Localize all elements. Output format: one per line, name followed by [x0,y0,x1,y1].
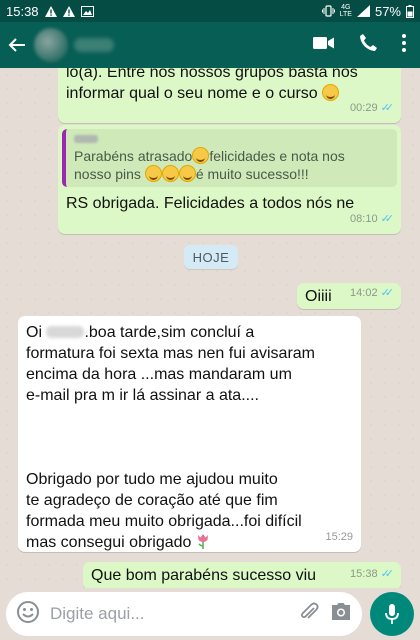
message-time: 00:29 [350,102,378,114]
message-text-line: Oi [26,324,42,341]
message-meta: 15:29 [325,527,353,548]
voice-record-button[interactable] [370,592,414,636]
message-text-line: te agradeço de coração até que fim [26,492,278,509]
quoted-text: nosso pins é muito sucesso!!! [74,165,389,183]
status-time: 15:38 [6,3,39,19]
message-text: informar qual o seu nome e o curso [66,83,393,104]
voice-call-button[interactable] [359,33,378,57]
image-icon [80,5,94,17]
quoted-message[interactable]: Parabéns atrasado felicidades e nota nos … [62,129,397,187]
message-bubble-incoming[interactable]: Oi .boa tarde,sim concluí a formatura fo… [18,316,361,552]
message-bubble-outgoing[interactable]: Oiiii 14:02 ✓✓ [297,283,401,309]
camera-icon [332,602,350,620]
message-time: 15:38 [350,568,378,580]
read-receipt-icon: ✓✓ [380,213,395,225]
message-text-line: informar qual o seu nome e o curso [66,85,318,102]
message-text: Oiiii [305,288,332,305]
redacted-name [46,326,85,338]
message-text: Oi .boa tarde,sim concluí a [26,322,353,343]
message-text-line: e-mail pra m ir lá assinar a ata.... [26,387,259,404]
message-meta: 08:10 ✓✓ [350,209,395,230]
network-type: 4G LTE [340,4,352,18]
message-text-line: Obrigado por tudo me ajudou muito [26,471,278,488]
emoji-icon [17,600,39,623]
message-input[interactable]: Digite aqui... [50,604,288,624]
message-time: 14:02 [350,287,378,299]
message-time: 15:29 [325,531,353,543]
paperclip-icon [300,601,319,619]
attach-button[interactable] [298,601,320,628]
warning-icon [44,5,57,17]
chat-header [0,22,420,68]
arrow-back-icon [8,38,25,52]
quoted-text-part: é muito sucesso!!! [195,166,309,182]
quoted-text-part: felicidades e nota nos [209,148,345,164]
date-divider: HOJE [184,245,238,269]
message-meta: 00:29 ✓✓ [350,98,395,119]
message-input-container[interactable]: Digite aqui... [6,592,362,636]
contact-name[interactable] [74,38,114,52]
message-text: lo(a). Entre nos nossos grupos basta nos [66,68,358,81]
more-options-button[interactable] [402,33,406,57]
warning-icon [62,5,75,17]
smiling-face-emoji-icon [178,165,196,182]
tulip-emoji-icon [197,534,208,549]
camera-button[interactable] [330,602,352,627]
read-receipt-icon: ✓✓ [380,568,395,580]
message-bubble-outgoing[interactable]: Que bom parabéns sucesso viu 15:38 ✓✓ [83,562,401,588]
message-text: Que bom parabéns sucesso viu [91,567,317,584]
message-text: RS obrigada. Felicidades a todos nós ne [66,195,355,212]
vibrate-icon [321,5,335,17]
quoted-author [74,135,98,143]
message-bubble-outgoing[interactable]: lo(a). Entre nos nossos grupos basta nos… [58,68,401,123]
smiling-face-emoji-icon [144,165,162,182]
read-receipt-icon: ✓✓ [380,102,395,114]
status-bar: 15:38 4G LTE 57% [0,0,420,22]
network-lte-label: LTE [339,11,352,18]
emoji-button[interactable] [16,600,40,629]
signal-icon [356,5,370,17]
phone-icon [360,34,377,51]
message-text-line: formatura foi sexta mas nen fui avisaram [26,345,316,362]
contact-avatar[interactable] [34,28,68,62]
quoted-text-part: nosso pins [74,166,141,182]
message-text-line: encima da hora ...mas mandaram um [26,366,292,383]
message-list[interactable]: lo(a). Entre nos nossos grupos basta nos… [0,68,420,588]
message-time: 08:10 [350,213,378,225]
message-composer: Digite aqui... [0,588,420,640]
message-meta: 15:38 ✓✓ [350,564,395,585]
back-button[interactable] [0,22,34,68]
message-text-line: .boa tarde,sim concluí a [84,324,255,341]
message-text-line: formada meu muito obrigada...foi difícil [26,513,302,530]
smiling-face-emoji-icon [161,165,179,182]
smiling-face-emoji-icon [192,147,210,164]
battery-percent: 57% [374,3,401,19]
message-text-line: mas consegui obrigado [26,532,353,553]
quoted-text-part: Parabéns atrasado [74,148,193,164]
network-4g-label: 4G [341,4,351,11]
mic-icon [385,604,399,624]
more-vert-icon [402,33,406,52]
video-call-button[interactable] [313,36,335,55]
message-text-part: mas consegui obrigado [26,534,192,551]
read-receipt-icon: ✓✓ [380,287,395,299]
message-bubble-outgoing[interactable]: Parabéns atrasado felicidades e nota nos … [58,125,401,234]
quoted-text: Parabéns atrasado felicidades e nota nos [74,147,389,165]
battery-icon [406,4,414,18]
message-meta: 14:02 ✓✓ [350,283,395,304]
smiling-face-emoji-icon [322,84,340,101]
blank-gap [26,406,353,469]
video-call-icon [313,36,334,49]
